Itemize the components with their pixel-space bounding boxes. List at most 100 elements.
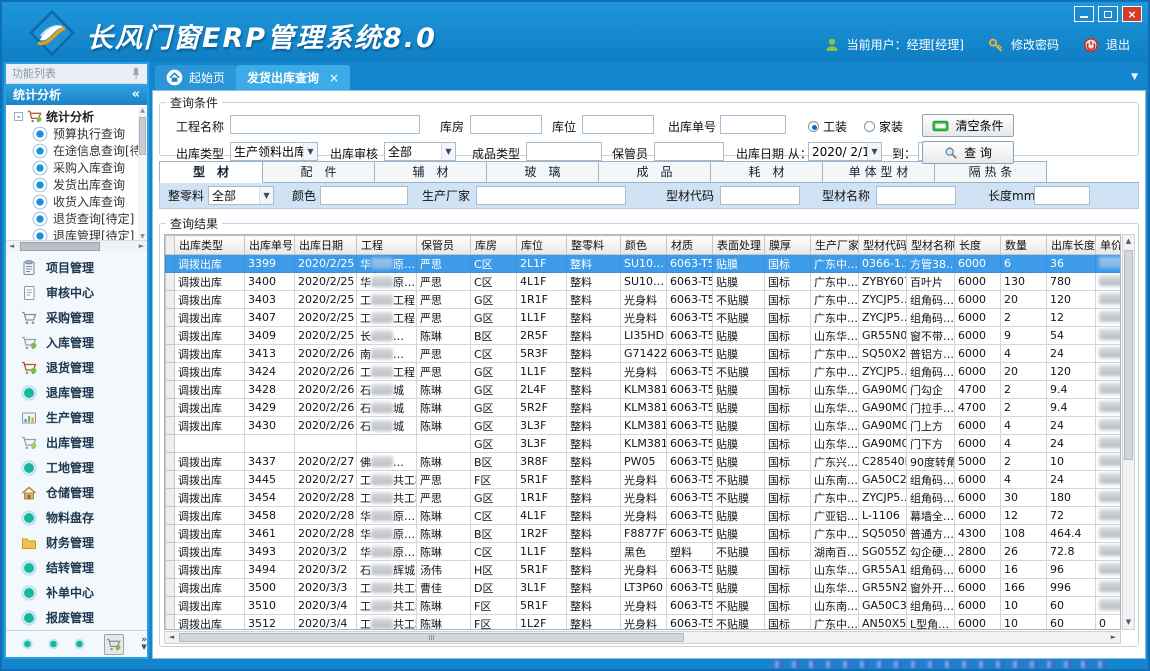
grid-cell[interactable]: 光身料 [621,561,667,579]
manufacturer-input[interactable] [476,186,626,205]
material-tab-玻璃[interactable]: 玻 璃 [487,161,599,183]
grid-cell[interactable]: 汤伟 [417,561,471,579]
grid-cell[interactable]: 广东中… [811,291,859,309]
grid-cell[interactable]: 组角码… [907,471,955,489]
grid-cell[interactable]: ZYCJP5… [859,489,907,507]
grid-cell[interactable]: 6000 [955,489,1001,507]
clear-conditions-button[interactable]: 清空条件 [922,114,1014,137]
grid-cell[interactable]: 3512 [245,615,295,631]
table-row[interactable]: 调拨出库34032020/2/25工工程严思G区1R1F整料光身料6063-T5… [166,291,1122,309]
grid-cell[interactable]: 9.4 [1047,399,1096,417]
grid-cell[interactable]: 调拨出库 [175,453,245,471]
grid-cell[interactable]: 国标 [765,561,811,579]
module-退货管理[interactable]: 退货管理 [6,355,147,380]
grid-cell[interactable]: 1L2F [517,615,567,631]
grid-cell[interactable]: 60 [1047,615,1096,631]
grid-cell[interactable]: 4 [1001,345,1047,363]
grid-cell[interactable]: 6063-T5 [667,597,713,615]
tree-root[interactable]: - 统计分析 [6,108,147,125]
grid-cell[interactable]: 严思 [417,255,471,273]
table-row[interactable]: 调拨出库34132020/2/26南…严思C区5R3F整料G714226063-… [166,345,1122,363]
grid-cell[interactable]: 0 [1096,615,1122,631]
table-row[interactable]: 调拨出库33992020/2/25华原…严思C区2L1F整料SU10…6063-… [166,255,1122,273]
scroll-thumb[interactable] [1124,250,1133,460]
grid-cell[interactable]: 调拨出库 [175,327,245,345]
grid-cell[interactable]: 5R1F [517,597,567,615]
grid-cell[interactable]: 3428 [245,381,295,399]
grid-cell[interactable]: 陈琳 [417,399,471,417]
grid-cell[interactable]: 华原… [357,525,417,543]
scroll-left-icon[interactable]: ◄ [6,241,17,252]
grid-cell[interactable]: 整料 [567,471,621,489]
grid-cell[interactable]: 华原… [357,507,417,525]
grid-cell[interactable]: 国标 [765,309,811,327]
grid-cell[interactable]: B区 [471,525,517,543]
tree-item-退货查询[待定][interactable]: 退货查询[待定] [6,210,147,227]
grid-cell[interactable] [1096,471,1122,489]
grid-cell[interactable]: 调拨出库 [175,615,245,631]
grid-cell[interactable]: 广东兴… [811,453,859,471]
grid-cell[interactable]: 调拨出库 [175,579,245,597]
grid-cell[interactable]: 0366-1.2 [859,255,907,273]
scroll-thumb[interactable] [20,242,100,251]
grid-cell[interactable] [417,435,471,453]
grid-cell[interactable]: 湖南百… [811,543,859,561]
column-header-出库类型[interactable]: 出库类型 [175,236,245,255]
grid-cell[interactable]: 10 [1001,615,1047,631]
tree-item-预算执行查询[interactable]: 预算执行查询 [6,125,147,142]
grid-cell[interactable]: 整料 [567,561,621,579]
grid-cell[interactable] [1096,273,1122,291]
material-tab-单体型材[interactable]: 单 体 型 材 [823,161,935,183]
grid-cell[interactable]: 门下方 [907,435,955,453]
grid-cell[interactable]: 山东南… [811,471,859,489]
grid-cell[interactable]: 工共工程 [357,471,417,489]
grid-cell[interactable]: 贴膜 [713,381,765,399]
grid-cell[interactable]: 2972 [1096,345,1122,363]
grid-cell[interactable]: 国标 [765,507,811,525]
grid-cell[interactable]: C区 [471,345,517,363]
whole-piece-select[interactable]: 全部▼ [208,186,274,205]
grid-cell[interactable]: 贴膜 [713,417,765,435]
grid-cell[interactable]: 整料 [567,435,621,453]
grid-cell[interactable]: 窗外开… [907,579,955,597]
table-row[interactable]: 调拨出库34242020/2/26工工程严思G区1L1F整料光身料6063-T5… [166,363,1122,381]
grid-cell[interactable]: 山东华… [811,381,859,399]
grid-cell[interactable]: 国标 [765,615,811,631]
grid-cell[interactable]: 3399 [245,255,295,273]
grid-cell[interactable]: L-1106 [859,507,907,525]
grid-cell[interactable]: 166 [1001,579,1047,597]
grid-cell[interactable]: 2 [1001,381,1047,399]
module-仓储管理[interactable]: 仓储管理 [6,480,147,505]
profile-code-input[interactable] [720,186,800,205]
grid-cell[interactable]: 2L1F [517,255,567,273]
grid-cell[interactable]: 贴膜 [713,345,765,363]
grid-cell[interactable]: 6063-T5 [667,525,713,543]
active-module-button[interactable] [104,634,125,655]
grid-cell[interactable]: 国标 [765,453,811,471]
grid-cell[interactable]: 10 [1047,453,1096,471]
grid-cell[interactable]: 国标 [765,489,811,507]
grid-cell[interactable]: 2812 [1096,561,1122,579]
grid-cell[interactable]: G区 [471,417,517,435]
grid-cell[interactable]: 广东中… [811,615,859,631]
logout-link[interactable]: 退出 [1106,36,1130,53]
grid-cell[interactable]: 3424 [245,363,295,381]
grid-cell[interactable]: 调拨出库 [175,543,245,561]
grid-cell[interactable]: 4 [1001,417,1047,435]
grid-cell[interactable]: 1L1F [517,363,567,381]
grid-cell[interactable]: G区 [471,363,517,381]
date-from-picker[interactable]: 2020/ 2/16▼ [808,142,882,161]
grid-cell[interactable]: 严思 [417,471,471,489]
grid-cell[interactable]: 6063-T5 [667,291,713,309]
grid-cell[interactable]: 陈琳 [417,381,471,399]
column-header-长度[interactable]: 长度 [955,236,1001,255]
grid-cell[interactable]: 6063-T5 [667,453,713,471]
tree-horizontal-scrollbar[interactable]: ◄ ► [6,240,147,252]
grid-cell[interactable]: 6000 [955,327,1001,345]
grid-cell[interactable]: 国标 [765,543,811,561]
grid-cell[interactable]: 6063-T5 [667,273,713,291]
grid-cell[interactable]: 2020/3/4 [295,615,357,631]
grid-cell[interactable]: GA90M06… [859,381,907,399]
search-button[interactable]: 查 询 [922,141,1014,164]
grid-cell[interactable]: 3L3F [517,417,567,435]
